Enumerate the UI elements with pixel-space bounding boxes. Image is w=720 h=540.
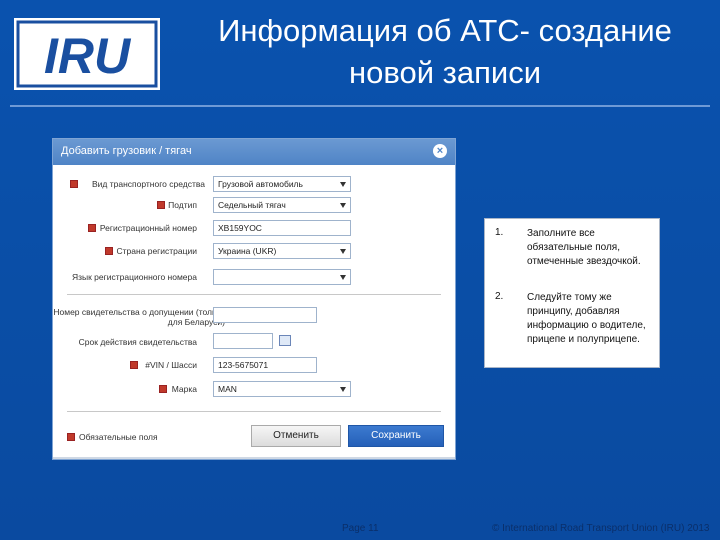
form-divider	[67, 294, 441, 295]
dialog-header: Добавить грузовик / тягач ×	[53, 139, 455, 165]
field-label-certificate-expiry: Срок действия свидетельства	[78, 337, 197, 347]
subtype-select[interactable]: Седельный тягач	[213, 197, 351, 213]
make-select[interactable]: MAN	[213, 381, 351, 397]
field-label-reg-number: Регистрационный номер	[99, 223, 197, 233]
required-fields-note: Обязательные поля	[79, 432, 158, 442]
reg-number-value: XB159YOC	[218, 223, 262, 233]
required-marker-icon	[88, 224, 96, 232]
make-value: MAN	[218, 384, 237, 394]
chevron-down-icon	[340, 182, 346, 187]
field-label-plate-language: Язык регистрационного номера	[71, 272, 197, 282]
instruction-number: 2.	[495, 291, 504, 302]
cancel-button[interactable]: Отменить	[251, 425, 341, 447]
reg-country-value: Украина (UKR)	[218, 246, 277, 256]
slide-title-line2: новой записи	[348, 55, 542, 90]
reg-country-select[interactable]: Украина (UKR)	[213, 243, 351, 259]
instruction-text: Следуйте тому же принципу, добавляя инфо…	[527, 292, 646, 345]
calendar-icon[interactable]	[279, 335, 291, 346]
close-icon[interactable]: ×	[433, 144, 447, 158]
field-label-make: Марка	[171, 384, 197, 394]
instructions-panel: 1. Заполните все обязательные поля, отме…	[484, 218, 660, 368]
add-truck-dialog: Добавить грузовик / тягач × Вид транспор…	[52, 138, 456, 460]
save-button[interactable]: Сохранить	[348, 425, 444, 447]
slide-title-line1: Информация об АТС- создание	[218, 13, 672, 48]
vehicle-type-select[interactable]: Грузовой автомобиль	[213, 176, 351, 192]
chevron-down-icon	[340, 249, 346, 254]
reg-number-input[interactable]: XB159YOC	[213, 220, 351, 236]
certificate-expiry-input[interactable]	[213, 333, 273, 349]
slide-title: Информация об АТС- создание новой записи	[170, 10, 720, 94]
vin-value: 123-5675071	[218, 360, 269, 370]
required-marker-icon	[130, 361, 138, 369]
required-marker-icon	[67, 433, 75, 441]
instruction-text: Заполните все обязательные поля, отмечен…	[527, 228, 641, 267]
required-marker-icon	[70, 180, 78, 188]
chevron-down-icon	[340, 275, 346, 280]
required-marker-icon	[105, 247, 113, 255]
vehicle-type-value: Грузовой автомобиль	[218, 179, 303, 189]
page-number: Page 11	[342, 523, 379, 534]
dialog-title: Добавить грузовик / тягач	[61, 145, 192, 157]
field-label-vehicle-type: Вид транспортного средства	[92, 179, 205, 189]
iru-logo: IRU	[14, 18, 160, 90]
vin-input[interactable]: 123-5675071	[213, 357, 317, 373]
field-label-reg-country: Страна регистрации	[116, 246, 197, 256]
required-marker-icon	[157, 201, 165, 209]
logo-text: IRU	[44, 28, 132, 84]
plate-language-select[interactable]	[213, 269, 351, 285]
chevron-down-icon	[340, 203, 346, 208]
field-label-certificate-number: Номер свидетельства о допущении (только …	[53, 307, 225, 327]
field-label-subtype: Подтип	[168, 200, 197, 210]
form-divider	[67, 411, 441, 412]
title-divider	[10, 105, 710, 107]
chevron-down-icon	[340, 387, 346, 392]
subtype-value: Седельный тягач	[218, 200, 286, 210]
field-label-vin: #VIN / Шасси	[145, 360, 197, 370]
instruction-number: 1.	[495, 227, 504, 238]
copyright: © International Road Transport Union (IR…	[492, 523, 710, 534]
dialog-footer-strip	[53, 457, 455, 459]
required-marker-icon	[159, 385, 167, 393]
certificate-number-input[interactable]	[213, 307, 317, 323]
